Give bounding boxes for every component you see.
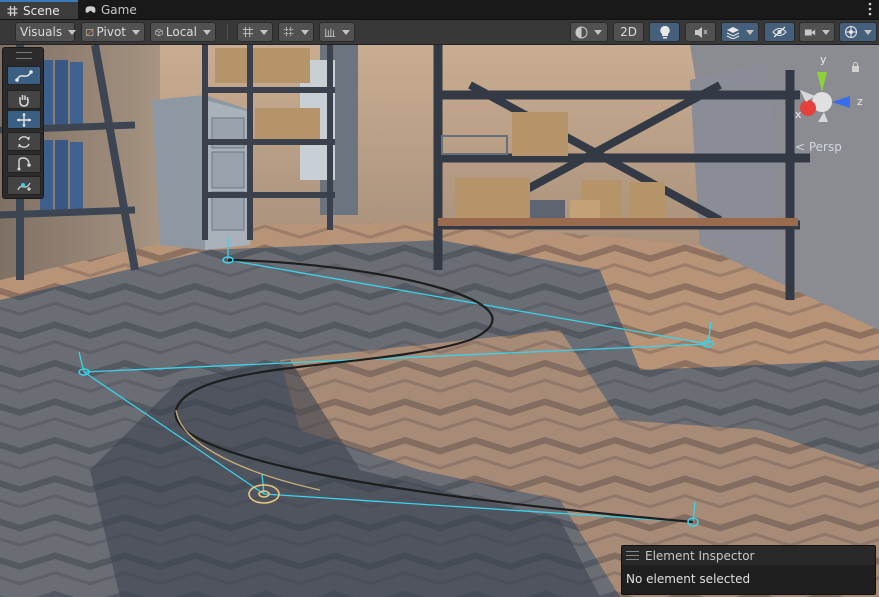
scene-viewport[interactable]: y z x < Persp Element Inspector No eleme bbox=[0, 45, 879, 597]
tangent-tool-button[interactable] bbox=[7, 154, 41, 173]
visuals-label: Visuals bbox=[20, 25, 63, 39]
gamepad-icon bbox=[85, 5, 96, 13]
grid-visibility-dropdown[interactable] bbox=[278, 22, 314, 42]
rotate-icon bbox=[18, 135, 30, 148]
tab-game[interactable]: Game bbox=[78, 0, 152, 19]
element-inspector-title: Element Inspector bbox=[645, 548, 755, 563]
separator bbox=[227, 24, 228, 40]
layers-effects-icon bbox=[726, 26, 740, 39]
hidden-objects-toggle[interactable] bbox=[764, 22, 795, 42]
spline-icon bbox=[15, 69, 33, 82]
visuals-dropdown[interactable]: Visuals bbox=[15, 22, 77, 42]
chevron-down-icon bbox=[342, 29, 350, 35]
cube-icon bbox=[155, 28, 163, 36]
chevron-down-icon bbox=[260, 29, 268, 35]
lock-icon[interactable] bbox=[851, 62, 860, 72]
palette-grip[interactable] bbox=[16, 52, 32, 59]
chevron-down-icon bbox=[822, 29, 830, 35]
chevron-down-icon bbox=[132, 29, 140, 35]
effects-dropdown[interactable] bbox=[721, 22, 759, 42]
tab-strip: Scene Game bbox=[0, 0, 879, 20]
gizmo-globe-icon bbox=[845, 26, 857, 38]
add-knot-tool-button[interactable] bbox=[7, 176, 41, 195]
chevron-down-icon bbox=[864, 29, 872, 35]
grid-snap-icon bbox=[242, 26, 254, 38]
hand-icon bbox=[19, 94, 29, 107]
spline-tool-button[interactable] bbox=[7, 66, 41, 85]
hand-tool-button[interactable] bbox=[7, 90, 41, 109]
rotate-tool-button[interactable] bbox=[7, 132, 41, 151]
camera-dropdown[interactable] bbox=[799, 22, 835, 42]
drag-handle-icon[interactable] bbox=[626, 551, 639, 560]
pivot-dropdown[interactable]: Pivot bbox=[81, 22, 145, 42]
local-dropdown[interactable]: Local bbox=[150, 22, 216, 42]
chevron-down-icon bbox=[594, 29, 602, 35]
move-arrows-icon bbox=[17, 112, 31, 127]
tab-label: Game bbox=[101, 2, 137, 17]
chevron-down-icon bbox=[301, 29, 309, 35]
element-inspector-header[interactable]: Element Inspector bbox=[622, 546, 875, 565]
grid-snap-dropdown[interactable] bbox=[237, 22, 273, 42]
gizmo-axis-x-label: x bbox=[795, 108, 802, 121]
chevron-down-icon bbox=[68, 29, 77, 35]
draw-mode-dropdown[interactable] bbox=[570, 22, 608, 42]
increment-snap-dropdown[interactable] bbox=[319, 22, 355, 42]
projection-toggle[interactable]: < Persp bbox=[795, 140, 842, 154]
scene-toolbar: Visuals Pivot Local 2D bbox=[0, 20, 879, 45]
audio-muted-icon bbox=[694, 26, 707, 38]
gizmos-dropdown[interactable] bbox=[839, 22, 877, 42]
tangent-curve-icon bbox=[17, 156, 31, 170]
more-vertical-icon[interactable] bbox=[867, 2, 873, 16]
grid-dotted-icon bbox=[283, 26, 295, 38]
ruler-icon bbox=[324, 28, 336, 37]
lighting-toggle[interactable] bbox=[649, 22, 680, 42]
local-label: Local bbox=[165, 25, 197, 39]
pivot-label: Pivot bbox=[96, 25, 126, 39]
element-inspector-status: No element selected bbox=[626, 572, 751, 586]
scene-render bbox=[0, 45, 879, 597]
chevron-down-icon bbox=[746, 29, 754, 35]
eye-slash-icon bbox=[772, 26, 787, 38]
shading-sphere-icon bbox=[575, 26, 588, 38]
gizmo-axis-z-label: z bbox=[857, 95, 863, 108]
move-tool-button[interactable] bbox=[7, 110, 41, 129]
element-inspector-panel: Element Inspector No element selected bbox=[621, 545, 876, 595]
mode-2d-toggle[interactable]: 2D bbox=[613, 22, 644, 42]
tab-scene[interactable]: Scene bbox=[0, 0, 78, 19]
grid-hash-icon bbox=[7, 5, 18, 16]
light-bulb-icon bbox=[659, 25, 670, 39]
pivot-icon bbox=[86, 28, 94, 36]
tool-palette bbox=[2, 47, 44, 199]
mode-2d-label: 2D bbox=[620, 25, 637, 39]
gizmo-axis-y-label: y bbox=[820, 53, 827, 66]
camera-icon bbox=[804, 29, 816, 35]
add-knot-icon bbox=[17, 182, 31, 191]
audio-toggle[interactable] bbox=[685, 22, 716, 42]
chevron-down-icon bbox=[203, 29, 211, 35]
tab-label: Scene bbox=[23, 3, 60, 18]
